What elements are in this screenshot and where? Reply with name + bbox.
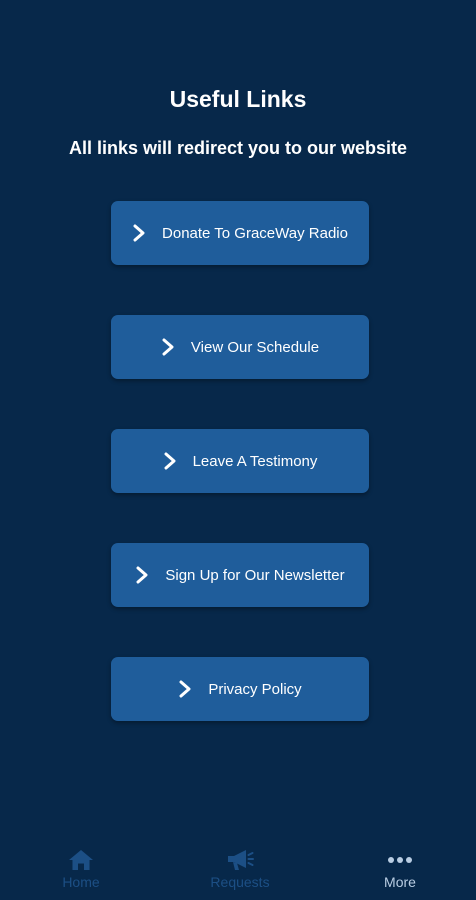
tab-more-label: More	[384, 874, 416, 890]
useful-links-screen: Useful Links All links will redirect you…	[0, 0, 476, 900]
megaphone-icon	[228, 850, 254, 870]
privacy-policy-link-button[interactable]: Privacy Policy	[111, 657, 369, 721]
privacy-policy-link-label: Privacy Policy	[208, 680, 302, 698]
tab-more[interactable]: More	[340, 838, 460, 900]
testimony-link-button[interactable]: Leave A Testimony	[111, 429, 369, 493]
tab-requests[interactable]: Requests	[180, 838, 300, 900]
bottom-tab-bar: Home Requests More	[0, 838, 476, 900]
chevron-right-icon	[136, 566, 148, 584]
tab-requests-label: Requests	[210, 874, 270, 890]
chevron-right-icon	[162, 338, 174, 356]
page-title: Useful Links	[169, 86, 307, 112]
newsletter-link-label: Sign Up for Our Newsletter	[165, 566, 345, 584]
page-subtitle: All links will redirect you to our websi…	[68, 138, 408, 158]
schedule-link-label: View Our Schedule	[190, 338, 320, 356]
more-dots-icon	[388, 857, 412, 863]
chevron-right-icon	[164, 452, 176, 470]
schedule-link-button[interactable]: View Our Schedule	[111, 315, 369, 379]
donate-link-button[interactable]: Donate To GraceWay Radio	[111, 201, 369, 265]
newsletter-link-button[interactable]: Sign Up for Our Newsletter	[111, 543, 369, 607]
chevron-right-icon	[133, 224, 145, 242]
donate-link-label: Donate To GraceWay Radio	[162, 224, 348, 242]
tab-home[interactable]: Home	[21, 838, 141, 900]
home-icon	[69, 850, 93, 870]
testimony-link-label: Leave A Testimony	[192, 452, 318, 470]
tab-home-label: Home	[62, 874, 100, 890]
chevron-right-icon	[179, 680, 191, 698]
